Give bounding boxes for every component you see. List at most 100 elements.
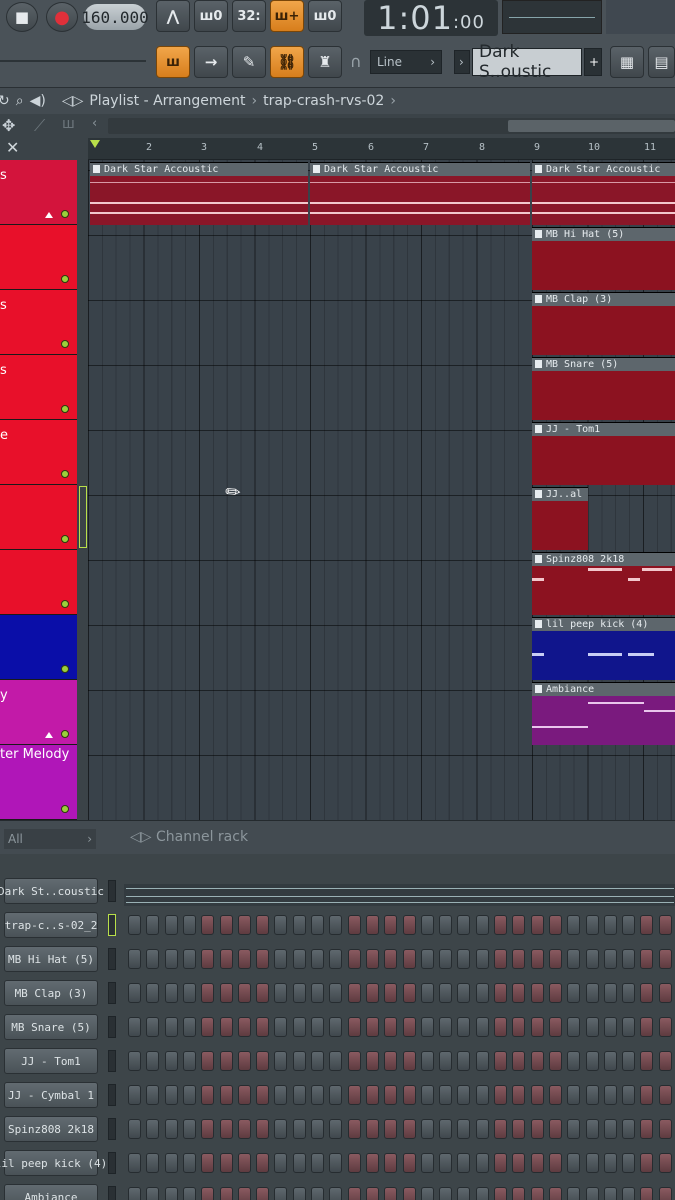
step-button[interactable]: [658, 1051, 672, 1071]
step-button[interactable]: [219, 1017, 233, 1037]
step-button[interactable]: [219, 1119, 233, 1139]
step-button[interactable]: [164, 1119, 178, 1139]
step-button[interactable]: [402, 1017, 416, 1037]
step-button[interactable]: [512, 1017, 526, 1037]
typing-keyboard-button[interactable]: ш: [156, 46, 190, 78]
step-button[interactable]: [146, 1119, 160, 1139]
step-button[interactable]: [219, 1153, 233, 1173]
step-button[interactable]: [457, 949, 471, 969]
loop-record-button[interactable]: ш0: [308, 0, 342, 32]
step-button[interactable]: [548, 1153, 562, 1173]
step-button[interactable]: [146, 949, 160, 969]
step-button[interactable]: [567, 1187, 581, 1200]
step-edit-button[interactable]: →: [194, 46, 228, 78]
timeline-ruler[interactable]: 2 3 4 5 6 7 8 9 10 11: [88, 138, 675, 160]
step-button[interactable]: [329, 983, 343, 1003]
step-button[interactable]: [512, 1187, 526, 1200]
track-header[interactable]: y: [0, 680, 77, 745]
step-button[interactable]: [237, 1187, 251, 1200]
track-mute-indicator[interactable]: [61, 275, 69, 283]
step-button[interactable]: [475, 1153, 489, 1173]
step-button[interactable]: [622, 1153, 636, 1173]
step-button[interactable]: [182, 949, 196, 969]
step-button[interactable]: [201, 1051, 215, 1071]
step-button[interactable]: [567, 1153, 581, 1173]
step-button[interactable]: [402, 1085, 416, 1105]
step-button[interactable]: [256, 1187, 270, 1200]
step-button[interactable]: [603, 1187, 617, 1200]
step-button[interactable]: [292, 949, 306, 969]
step-button[interactable]: [457, 915, 471, 935]
track-mute-indicator[interactable]: [61, 405, 69, 413]
step-button[interactable]: [384, 1085, 398, 1105]
channel-select-led[interactable]: [108, 1118, 116, 1140]
step-button[interactable]: [146, 983, 160, 1003]
step-button[interactable]: [347, 983, 361, 1003]
channel-select-led[interactable]: [108, 1084, 116, 1106]
step-button[interactable]: [128, 1153, 141, 1173]
step-button[interactable]: [237, 1153, 251, 1173]
step-button[interactable]: [640, 949, 654, 969]
step-button[interactable]: [548, 983, 562, 1003]
step-button[interactable]: [530, 1119, 544, 1139]
step-button[interactable]: [658, 1017, 672, 1037]
step-button[interactable]: [603, 1017, 617, 1037]
pattern-clip[interactable]: JJ..al 1: [532, 487, 588, 550]
pattern-clip[interactable]: MB Snare (5): [532, 357, 675, 420]
step-button[interactable]: [475, 1187, 489, 1200]
step-button[interactable]: [329, 1051, 343, 1071]
step-button[interactable]: [128, 1119, 141, 1139]
step-button[interactable]: [292, 1017, 306, 1037]
step-button[interactable]: [274, 915, 288, 935]
grid-tool-icon[interactable]: ш: [62, 116, 75, 132]
piano-roll-preview[interactable]: [124, 884, 675, 906]
step-button[interactable]: [311, 983, 324, 1003]
channel-button[interactable]: trap-c..s-02_2: [4, 912, 98, 938]
step-button[interactable]: [402, 1119, 416, 1139]
track-header[interactable]: ter Melody: [0, 745, 77, 820]
step-button[interactable]: [640, 1119, 654, 1139]
step-button[interactable]: [311, 949, 324, 969]
step-button[interactable]: [622, 1051, 636, 1071]
step-button[interactable]: [182, 1017, 196, 1037]
track-mute-indicator[interactable]: [61, 805, 69, 813]
step-button[interactable]: [329, 949, 343, 969]
step-button[interactable]: [585, 1017, 599, 1037]
track-mute-indicator[interactable]: [61, 470, 69, 478]
step-button[interactable]: [182, 1119, 196, 1139]
step-button[interactable]: [256, 983, 270, 1003]
step-button[interactable]: [384, 983, 398, 1003]
step-button[interactable]: [237, 1017, 251, 1037]
step-button[interactable]: [311, 1085, 324, 1105]
step-button[interactable]: [329, 1119, 343, 1139]
channel-prev-button[interactable]: ›: [454, 50, 470, 74]
playlist-scrollbar[interactable]: [108, 118, 675, 134]
step-button[interactable]: [384, 1119, 398, 1139]
record-button[interactable]: ●: [46, 2, 78, 32]
step-button[interactable]: [274, 1187, 288, 1200]
step-button[interactable]: [329, 1017, 343, 1037]
step-button[interactable]: [548, 1051, 562, 1071]
step-button[interactable]: [475, 1051, 489, 1071]
step-button[interactable]: [402, 949, 416, 969]
step-button[interactable]: [237, 1119, 251, 1139]
channel-select-led[interactable]: [108, 1016, 116, 1038]
step-button[interactable]: [256, 1051, 270, 1071]
step-button[interactable]: [567, 1119, 581, 1139]
step-button[interactable]: [365, 1119, 379, 1139]
step-button[interactable]: [365, 983, 379, 1003]
pattern-clip[interactable]: Dark Star Accoustic: [90, 162, 308, 225]
step-button[interactable]: [622, 1017, 636, 1037]
channel-button[interactable]: lil peep kick (4): [0, 1150, 107, 1176]
step-button[interactable]: [274, 949, 288, 969]
step-button[interactable]: [219, 983, 233, 1003]
step-button[interactable]: [585, 1187, 599, 1200]
step-button[interactable]: [548, 949, 562, 969]
step-button[interactable]: [530, 915, 544, 935]
step-button[interactable]: [237, 949, 251, 969]
step-button[interactable]: [237, 983, 251, 1003]
step-button[interactable]: [567, 1051, 581, 1071]
step-button[interactable]: [475, 1085, 489, 1105]
step-button[interactable]: [164, 949, 178, 969]
channel-select-led[interactable]: [108, 880, 116, 902]
